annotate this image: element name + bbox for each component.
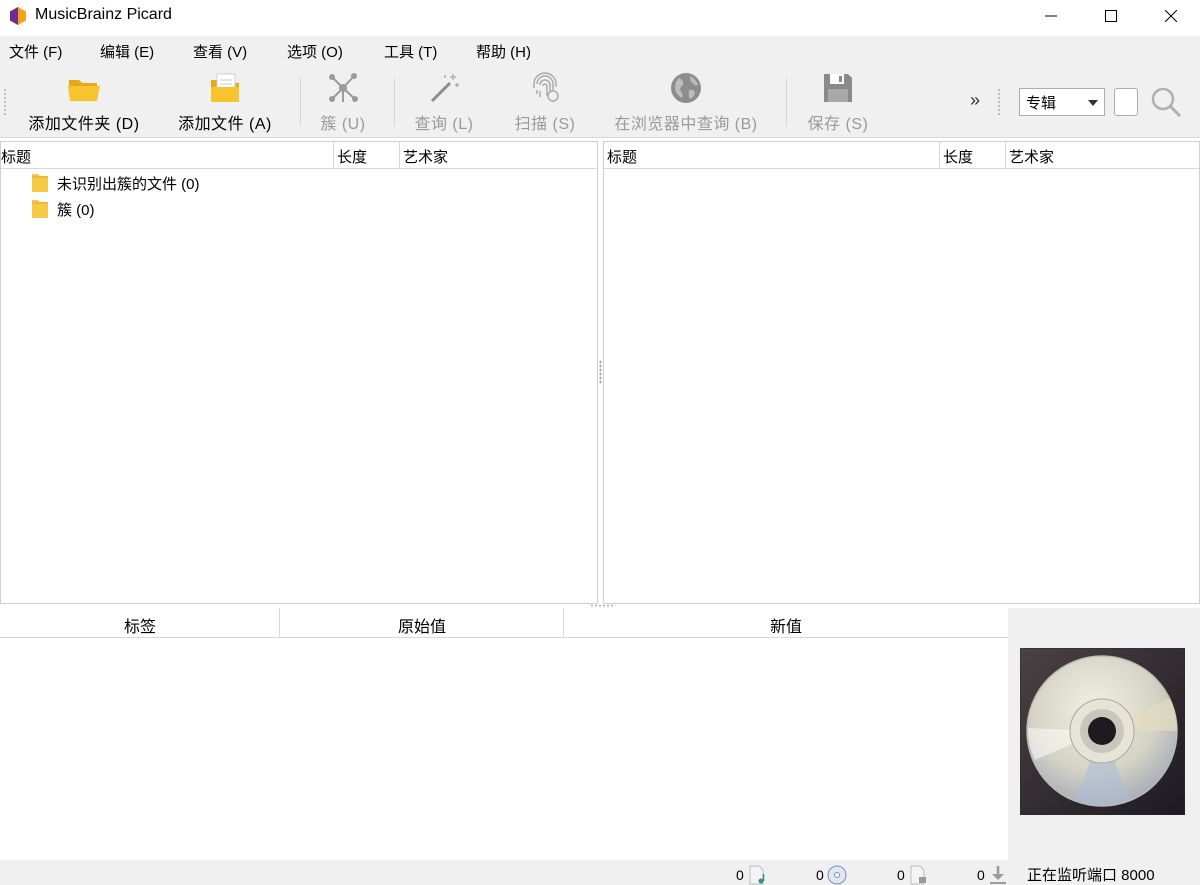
- add-files-icon: [211, 73, 239, 102]
- menu-view[interactable]: 查看 (V): [193, 41, 247, 62]
- toolbar-grip[interactable]: [3, 88, 7, 116]
- maximize-icon: [1105, 10, 1117, 22]
- cd-icon: [827, 865, 847, 885]
- status-files: 0: [736, 865, 768, 885]
- tree-item-unclustered[interactable]: 未识别出簇的文件 (0): [31, 171, 200, 195]
- menu-help[interactable]: 帮助 (H): [476, 41, 531, 62]
- cluster-button[interactable]: 簇 (U): [312, 70, 374, 134]
- search-toolbar-grip[interactable]: [997, 88, 1001, 116]
- search-input[interactable]: [1114, 88, 1138, 116]
- tree-item-label: 簇 (0): [57, 201, 95, 219]
- lookup-button[interactable]: 查询 (L): [406, 70, 482, 134]
- scan-button[interactable]: 扫描 (S): [508, 70, 582, 134]
- dropdown-arrow-icon: [1088, 100, 1098, 106]
- column-header-new-value[interactable]: 新值: [564, 608, 1008, 638]
- column-header-artist[interactable]: 艺术家: [1006, 142, 1199, 169]
- save-disk-icon: [824, 74, 852, 102]
- picard-logo-icon: [10, 7, 26, 25]
- column-header-tag[interactable]: 标签: [0, 608, 280, 638]
- toolbar-separator: [300, 78, 301, 126]
- toolbar-separator: [786, 78, 787, 126]
- column-header-artist[interactable]: 艺术家: [400, 142, 597, 169]
- download-icon: [989, 866, 1006, 884]
- magic-wand-icon: [430, 74, 459, 103]
- open-folder-icon: [68, 80, 100, 101]
- maximize-button[interactable]: [1082, 0, 1140, 32]
- status-downloads: 0: [977, 865, 1009, 885]
- browser-lookup-label: 在浏览器中查询 (B): [614, 116, 758, 133]
- search-type-value: 专辑: [1026, 95, 1057, 112]
- status-albums: 0: [816, 865, 848, 885]
- menu-tools[interactable]: 工具 (T): [384, 41, 437, 62]
- toolbar-separator: [394, 78, 395, 126]
- folder-icon: [32, 200, 48, 218]
- metadata-table[interactable]: 标签 原始值 新值: [0, 608, 1008, 860]
- browser-lookup-button[interactable]: 在浏览器中查询 (B): [610, 70, 762, 134]
- menu-bar: 文件 (F) 编辑 (E) 查看 (V) 选项 (O) 工具 (T) 帮助 (H…: [0, 36, 1200, 66]
- save-button[interactable]: 保存 (S): [800, 70, 876, 134]
- column-header-title[interactable]: 标题: [1, 142, 334, 169]
- minimize-icon: [1045, 15, 1057, 17]
- cluster-icon: [329, 73, 358, 102]
- status-bar: 0 0 0 0 正在监听端口 8000: [0, 860, 1200, 885]
- menu-edit[interactable]: 编辑 (E): [100, 41, 154, 62]
- tree-item-clusters[interactable]: 簇 (0): [31, 197, 95, 221]
- column-header-length[interactable]: 长度: [940, 142, 1006, 169]
- save-label: 保存 (S): [807, 116, 869, 133]
- cluster-label: 簇 (U): [320, 116, 366, 133]
- search-icon[interactable]: [1150, 86, 1182, 118]
- lookup-label: 查询 (L): [414, 116, 474, 133]
- scan-label: 扫描 (S): [514, 116, 576, 133]
- pane-splitter-vertical[interactable]: [599, 360, 602, 384]
- search-type-select[interactable]: 专辑: [1019, 88, 1105, 116]
- status-pending-files: 0: [897, 865, 929, 885]
- file-music-icon: [749, 865, 765, 885]
- close-icon: [1165, 10, 1177, 22]
- column-header-title[interactable]: 标题: [604, 142, 940, 169]
- add-folder-button[interactable]: 添加文件夹 (D): [24, 70, 144, 134]
- album-pane[interactable]: 标题 长度 艺术家: [603, 141, 1200, 604]
- menu-options[interactable]: 选项 (O): [287, 41, 343, 62]
- close-button[interactable]: [1142, 0, 1200, 32]
- file-pane[interactable]: 标题 长度 艺术家 未识别出簇的文件 (0) 簇 (0): [0, 141, 598, 604]
- globe-icon: [671, 73, 701, 103]
- folder-icon: [32, 174, 48, 192]
- menu-file[interactable]: 文件 (F): [9, 41, 62, 62]
- toolbar: 添加文件夹 (D) 添加文件 (A) 簇 (U) 查询 (L) 扫描 (S) 在…: [0, 66, 1200, 138]
- tree-item-label: 未识别出簇的文件 (0): [57, 175, 200, 193]
- add-folder-label: 添加文件夹 (D): [28, 116, 140, 133]
- column-header-length[interactable]: 长度: [334, 142, 400, 169]
- fingerprint-icon: [533, 72, 559, 102]
- listening-port-status: 正在监听端口 8000: [1027, 867, 1155, 884]
- add-files-label: 添加文件 (A): [178, 116, 272, 133]
- toolbar-overflow-button[interactable]: »: [970, 90, 980, 111]
- file-pending-icon: [910, 865, 926, 885]
- window-title: MusicBrainz Picard: [35, 6, 172, 23]
- title-bar: MusicBrainz Picard: [0, 0, 1200, 32]
- minimize-button[interactable]: [1022, 0, 1080, 32]
- add-files-button[interactable]: 添加文件 (A): [172, 70, 278, 134]
- cover-art-cd-icon[interactable]: [1020, 648, 1185, 815]
- column-header-original-value[interactable]: 原始值: [280, 608, 564, 638]
